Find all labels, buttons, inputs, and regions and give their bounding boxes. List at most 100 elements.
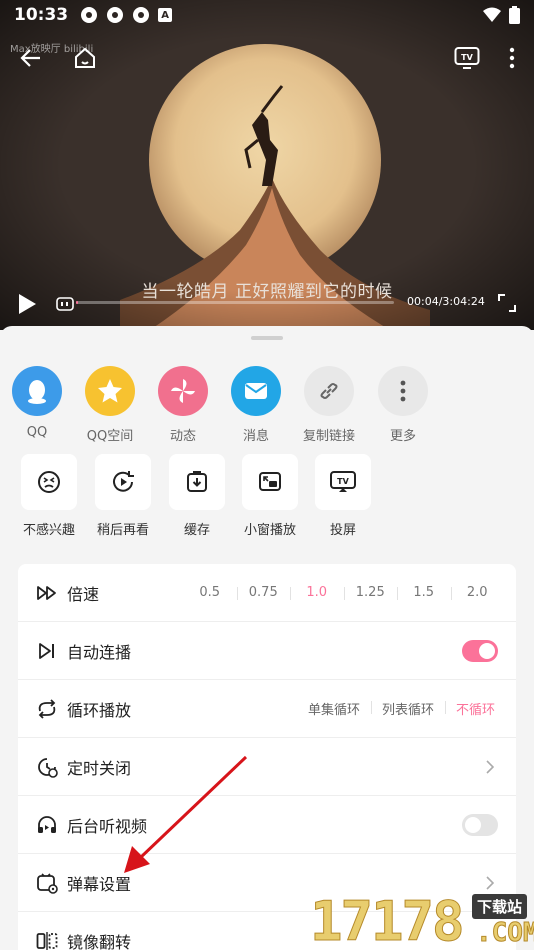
timer-clock-icon	[36, 756, 58, 778]
svg-text:TV: TV	[461, 53, 473, 62]
speed-option[interactable]: 1.25	[343, 585, 398, 600]
speed-option[interactable]: 0.5	[183, 585, 237, 600]
share-label: 复制链接	[302, 429, 355, 444]
background-play-label: 后台听视频	[67, 816, 148, 836]
video-player[interactable]: 10:33 A Max放映厅 bilibili TV 当一轮皓月 正好照耀到它的…	[0, 0, 534, 330]
loop-option[interactable]: 单集循环	[297, 699, 371, 718]
watch-later-icon	[95, 454, 151, 510]
timer-label: 定时关闭	[67, 758, 132, 778]
share-qzone[interactable]: QQ空间	[73, 366, 147, 444]
action-mini-window[interactable]: 小窗播放	[233, 454, 307, 538]
home-button[interactable]	[69, 42, 101, 74]
timer-row[interactable]: 定时关闭	[18, 738, 516, 796]
pinwheel-status-icon	[107, 7, 124, 23]
link-icon	[304, 366, 354, 416]
autoplay-toggle[interactable]	[462, 639, 498, 662]
action-label: 缓存	[183, 523, 210, 538]
envelope-icon	[231, 366, 281, 416]
watermark-badge: 下载站	[472, 894, 528, 919]
player-controls: 00:04/3:04:24	[0, 288, 534, 318]
loop-row: 循环播放 单集循环 列表循环 不循环	[18, 680, 516, 738]
next-track-icon	[36, 640, 58, 662]
battery-icon	[509, 6, 520, 24]
speed-option-selected[interactable]: 1.0	[290, 585, 344, 600]
svg-text:TV: TV	[337, 477, 349, 486]
danmaku-settings-icon	[36, 872, 58, 894]
loop-label: 循环播放	[67, 700, 132, 720]
loop-options: 单集循环 列表循环 不循环	[297, 699, 506, 718]
back-button[interactable]	[15, 42, 47, 74]
share-label: QQ	[26, 425, 48, 440]
action-label: 投屏	[329, 523, 356, 538]
share-dynamic[interactable]: 动态	[146, 366, 220, 444]
chevron-right-icon	[486, 759, 496, 775]
play-icon	[19, 294, 36, 314]
tv-cast-icon: TV	[454, 47, 480, 69]
fullscreen-icon	[498, 294, 516, 312]
watermark-suffix: .COM	[476, 918, 534, 949]
speed-row: 倍速 0.5 0.75 1.0 1.25 1.5 2.0	[18, 564, 516, 622]
loop-option-selected[interactable]: 不循环	[444, 699, 506, 718]
danmaku-settings-label: 弹幕设置	[67, 874, 132, 894]
share-targets-row: QQ QQ空间 动态 消息 复制链接 更多	[0, 366, 534, 446]
site-watermark-logo: 17178 下载站 .COM	[306, 888, 534, 950]
share-more[interactable]: 更多	[366, 366, 440, 444]
mirror-flip-icon	[36, 930, 58, 950]
speed-option[interactable]: 1.5	[397, 585, 451, 600]
action-cast[interactable]: TV 投屏	[306, 454, 380, 538]
time-readout: 00:04/3:04:24	[407, 295, 485, 308]
autoplay-row[interactable]: 自动连播	[18, 622, 516, 680]
cast-tv-icon: TV	[315, 454, 371, 510]
speed-option[interactable]: 2.0	[450, 585, 505, 600]
progress-fill	[76, 301, 78, 304]
sheet-drag-handle[interactable]	[251, 336, 283, 340]
share-sheet: QQ QQ空间 动态 消息 复制链接 更多 不感兴趣 稍后再看 缓存 小窗播放 …	[0, 326, 534, 950]
pinwheel-status-icon	[81, 7, 98, 23]
fullscreen-button[interactable]	[498, 294, 516, 312]
loop-icon	[36, 698, 58, 720]
autoplay-label: 自动连播	[67, 642, 132, 662]
background-play-row[interactable]: 后台听视频	[18, 796, 516, 854]
notification-badge-icon: A	[158, 8, 173, 22]
pinwheel-icon	[158, 366, 208, 416]
download-cache-icon	[169, 454, 225, 510]
action-label: 小窗播放	[243, 523, 296, 538]
speed-label: 倍速	[67, 584, 100, 604]
mirror-flip-label: 镜像翻转	[67, 933, 132, 950]
pip-window-icon	[242, 454, 298, 510]
danmaku-mini-icon	[56, 297, 74, 311]
wifi-icon	[483, 7, 501, 22]
status-time: 10:33	[14, 5, 69, 25]
fast-forward-icon	[36, 582, 58, 604]
qq-icon	[12, 366, 62, 416]
more-dots-icon	[378, 366, 428, 416]
dislike-face-icon	[21, 454, 77, 510]
speed-option[interactable]: 0.75	[236, 585, 291, 600]
background-play-toggle[interactable]	[462, 813, 498, 836]
share-message[interactable]: 消息	[219, 366, 293, 444]
action-cache[interactable]: 缓存	[160, 454, 234, 538]
back-arrow-icon	[20, 49, 40, 67]
action-label: 不感兴趣	[22, 523, 75, 538]
headphones-icon	[36, 814, 58, 836]
share-qq[interactable]: QQ	[0, 366, 74, 440]
cast-button[interactable]: TV	[451, 42, 483, 74]
actions-row: 不感兴趣 稍后再看 缓存 小窗播放 TV 投屏	[0, 454, 534, 544]
more-options-button[interactable]	[496, 42, 528, 74]
vertical-dots-icon	[509, 47, 515, 69]
speed-options: 0.5 0.75 1.0 1.25 1.5 2.0	[183, 585, 504, 600]
home-icon	[75, 47, 95, 68]
action-watch-later[interactable]: 稍后再看	[86, 454, 160, 538]
danmaku-toggle-button[interactable]	[56, 296, 74, 311]
share-label: QQ空间	[86, 429, 134, 444]
share-label: 消息	[242, 429, 269, 444]
play-button[interactable]	[14, 292, 38, 316]
share-label: 更多	[389, 429, 416, 444]
loop-option[interactable]: 列表循环	[370, 699, 445, 718]
action-label: 稍后再看	[96, 523, 149, 538]
share-label: 动态	[169, 429, 196, 444]
share-copy-link[interactable]: 复制链接	[292, 366, 366, 444]
action-not-interested[interactable]: 不感兴趣	[12, 454, 86, 538]
progress-bar[interactable]	[76, 301, 394, 304]
pinwheel-status-icon	[133, 7, 150, 23]
